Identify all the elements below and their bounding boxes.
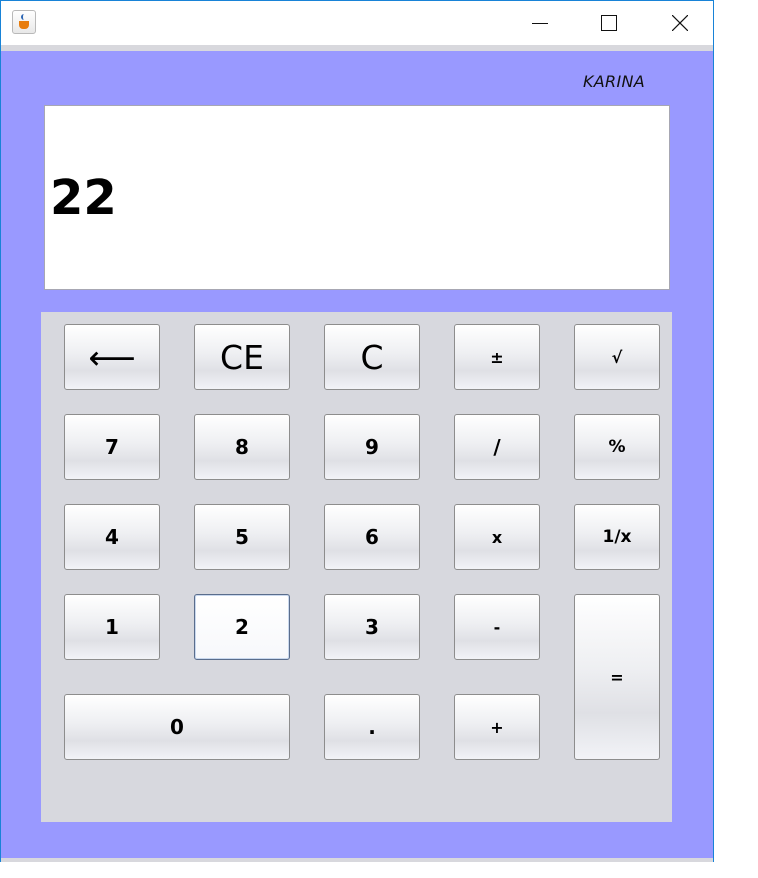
minimize-button[interactable] <box>517 1 563 45</box>
plus-minus-button[interactable]: ± <box>454 324 540 390</box>
minimize-icon <box>532 23 548 24</box>
window-bottom-edge <box>1 858 713 862</box>
divide-button[interactable]: / <box>454 414 540 480</box>
digit-9-button[interactable]: 9 <box>324 414 420 480</box>
java-coffee-icon[interactable] <box>12 10 36 34</box>
percent-button[interactable]: % <box>574 414 660 480</box>
maximize-icon <box>601 15 617 31</box>
close-icon <box>672 15 688 31</box>
digit-7-button[interactable]: 7 <box>64 414 160 480</box>
digit-8-button[interactable]: 8 <box>194 414 290 480</box>
steam-shape <box>21 14 29 20</box>
display-value: 22 <box>50 170 117 226</box>
keypad: ⟵ CE C ± √ 7 8 9 / % 4 5 6 x 1/x 1 2 3 -… <box>41 312 672 822</box>
clear-button[interactable]: C <box>324 324 420 390</box>
author-label: KARINA <box>583 72 645 91</box>
digit-0-button[interactable]: 0 <box>64 694 290 760</box>
calculator-panel: KARINA 22 ⟵ CE C ± √ 7 8 9 / % 4 5 6 x 1… <box>1 51 713 858</box>
reciprocal-button[interactable]: 1/x <box>574 504 660 570</box>
minus-button[interactable]: - <box>454 594 540 660</box>
digit-4-button[interactable]: 4 <box>64 504 160 570</box>
digit-1-button[interactable]: 1 <box>64 594 160 660</box>
equals-button[interactable]: = <box>574 594 660 760</box>
digit-3-button[interactable]: 3 <box>324 594 420 660</box>
clear-entry-button[interactable]: CE <box>194 324 290 390</box>
close-button[interactable] <box>657 1 703 45</box>
title-bar[interactable] <box>1 1 713 45</box>
backspace-button[interactable]: ⟵ <box>64 324 160 390</box>
result-display[interactable]: 22 <box>44 105 670 290</box>
sqrt-button[interactable]: √ <box>574 324 660 390</box>
maximize-button[interactable] <box>586 1 632 45</box>
digit-5-button[interactable]: 5 <box>194 504 290 570</box>
digit-6-button[interactable]: 6 <box>324 504 420 570</box>
multiply-button[interactable]: x <box>454 504 540 570</box>
plus-button[interactable]: + <box>454 694 540 760</box>
cup-shape <box>19 21 29 29</box>
digit-2-button[interactable]: 2 <box>194 594 290 660</box>
calculator-window: KARINA 22 ⟵ CE C ± √ 7 8 9 / % 4 5 6 x 1… <box>0 0 714 862</box>
decimal-button[interactable]: . <box>324 694 420 760</box>
